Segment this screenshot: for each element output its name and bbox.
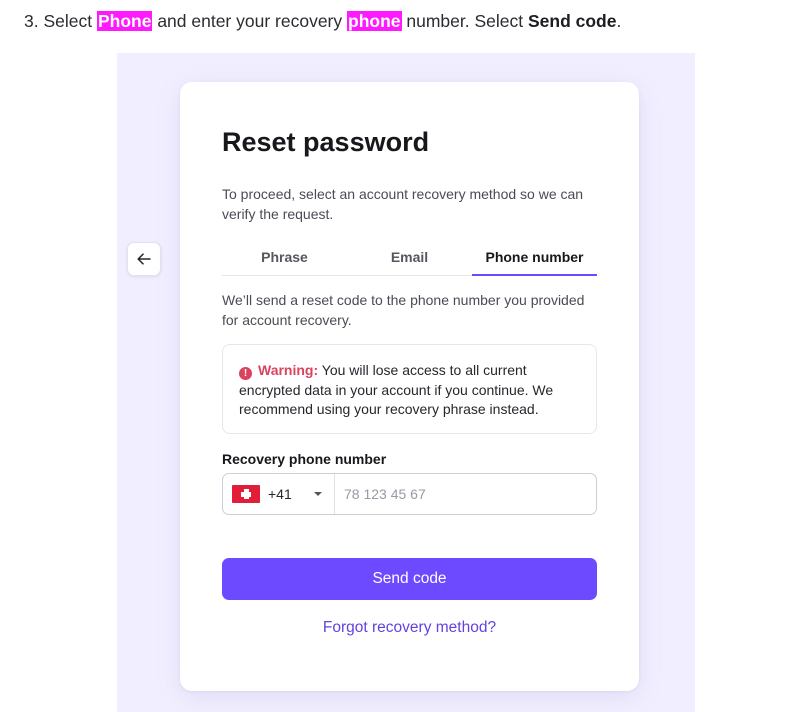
tab-phrase[interactable]: Phrase (222, 240, 347, 275)
forgot-recovery-method-link[interactable]: Forgot recovery method? (222, 619, 597, 637)
instruction-text: 3. Select Phone and enter your recovery … (24, 11, 621, 32)
tab-email[interactable]: Email (347, 240, 472, 275)
arrow-left-icon (137, 253, 151, 265)
switzerland-flag-icon (232, 485, 260, 503)
tab-description: We’ll send a reset code to the phone num… (222, 292, 585, 328)
warning-icon: ! (239, 367, 252, 380)
page-title: Reset password (222, 127, 430, 157)
intro-text: To proceed, select an account recovery m… (222, 186, 584, 222)
instruction-action: Send code (527, 11, 617, 31)
instruction-after: number. Select (401, 11, 528, 31)
instruction-step: 3. Select (24, 11, 97, 31)
instruction-end: . (616, 11, 622, 31)
instruction-middle: and enter your recovery (152, 11, 347, 31)
chevron-down-icon (313, 492, 322, 496)
phone-field: +41 (222, 473, 597, 515)
warning-box: ! Warning: You will lose access to all cu… (222, 344, 597, 434)
highlight-phone-lower: phone (347, 11, 402, 31)
tab-phone-number[interactable]: Phone number (472, 240, 597, 276)
reset-password-card: Reset password To proceed, select an acc… (180, 82, 639, 691)
warning-label: Warning: (258, 362, 319, 378)
recovery-method-tabs: Phrase Email Phone number (222, 240, 597, 276)
phone-field-label: Recovery phone number (222, 451, 387, 467)
highlight-phone: Phone (96, 11, 153, 31)
back-button[interactable] (127, 242, 161, 276)
country-selector[interactable]: +41 (223, 474, 335, 514)
phone-number-input[interactable] (342, 485, 586, 503)
dial-code: +41 (268, 486, 292, 502)
send-code-button[interactable]: Send code (222, 558, 597, 600)
